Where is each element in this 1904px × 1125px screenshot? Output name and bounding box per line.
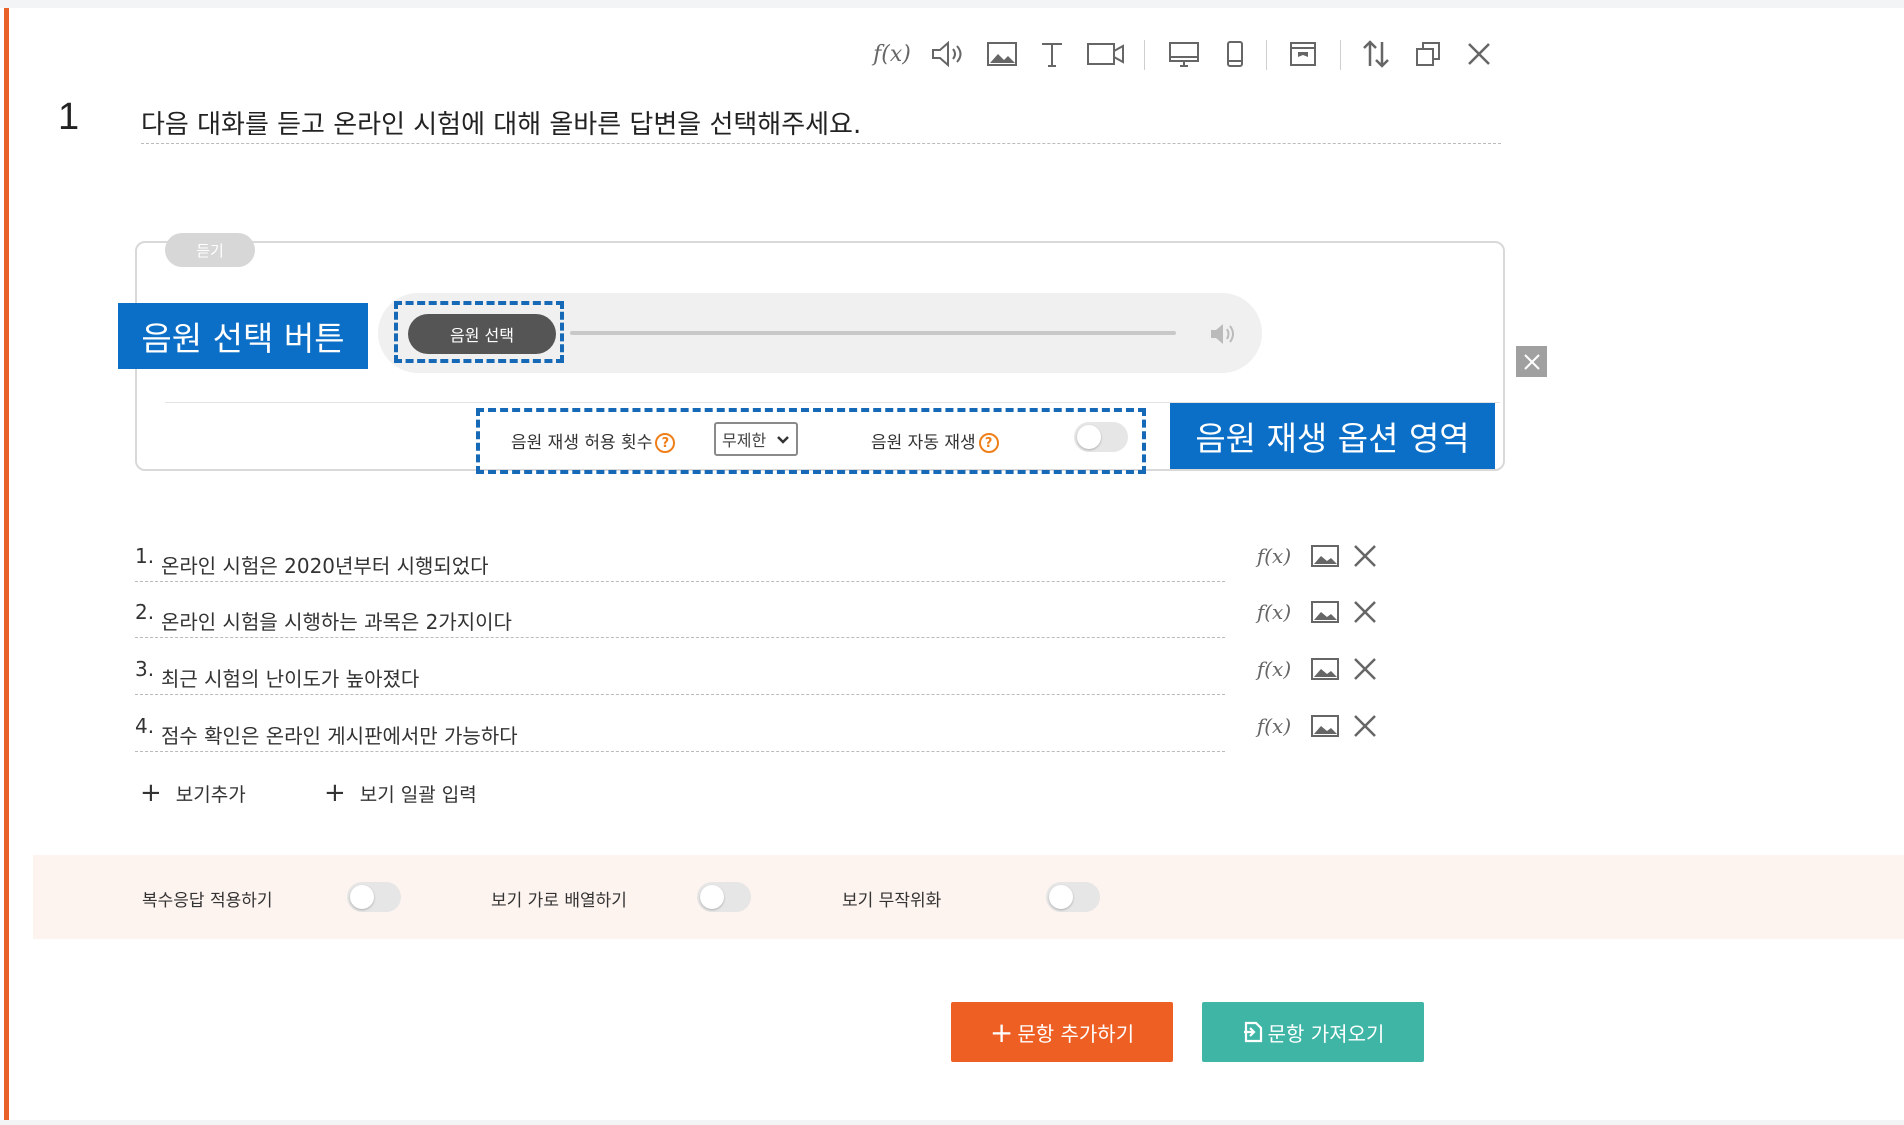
callout-playback-options: 음원 재생 옵션 영역 [1170, 403, 1495, 469]
answer-option[interactable]: 2. 온라인 시험을 시행하는 과목은 2가지이다 [135, 594, 1225, 638]
add-option-link[interactable]: + 보기추가 [140, 778, 246, 808]
delete-icon[interactable] [1350, 710, 1380, 742]
add-question-label: 문항 추가하기 [1017, 1021, 1135, 1046]
toolbar-divider [1144, 40, 1145, 70]
answer-option[interactable]: 1. 온라인 시험은 2020년부터 시행되었다 [135, 538, 1225, 582]
formula-icon[interactable]: f(x) [872, 38, 912, 70]
option-text[interactable]: 온라인 시험은 2020년부터 시행되었다 [161, 550, 489, 579]
option-text[interactable]: 점수 확인은 온라인 게시판에서만 가능하다 [161, 720, 518, 749]
add-option-label: 보기추가 [175, 783, 246, 806]
multiple-answers-toggle[interactable] [347, 882, 401, 912]
copy-icon[interactable] [1410, 38, 1446, 70]
desktop-icon[interactable] [1164, 38, 1204, 70]
answer-option[interactable]: 4. 점수 확인은 온라인 게시판에서만 가능하다 [135, 708, 1225, 752]
highlight-playback-options [476, 408, 1146, 474]
mobile-icon[interactable] [1218, 38, 1252, 70]
answer-option[interactable]: 3. 최근 시험의 난이도가 높아졌다 [135, 651, 1225, 695]
image-icon[interactable] [1308, 540, 1342, 572]
image-icon[interactable] [1308, 653, 1342, 685]
callout-choose-audio: 음원 선택 버튼 [118, 303, 368, 369]
formula-icon[interactable]: f(x) [1252, 653, 1296, 685]
option-text[interactable]: 온라인 시험을 시행하는 과목은 2가지이다 [161, 606, 512, 635]
option-number: 2. [135, 600, 155, 624]
listen-tag: 듣기 [165, 233, 255, 267]
video-icon[interactable] [1084, 38, 1128, 70]
toggle-knob [700, 885, 724, 909]
image-icon[interactable] [1308, 710, 1342, 742]
audio-icon[interactable] [928, 38, 968, 70]
close-icon [1523, 353, 1540, 370]
plus-icon: + [324, 778, 346, 808]
text-icon[interactable] [1034, 38, 1070, 70]
image-icon[interactable] [1308, 596, 1342, 628]
import-icon [1243, 1021, 1262, 1043]
option-number: 3. [135, 657, 155, 681]
highlight-choose-audio [394, 301, 564, 363]
shuffle-toggle[interactable] [1046, 882, 1100, 912]
delete-icon[interactable] [1350, 653, 1380, 685]
toggle-knob [350, 885, 374, 909]
plus-icon: + [989, 1015, 1014, 1049]
delete-icon[interactable] [1350, 596, 1380, 628]
plus-icon: + [140, 778, 162, 808]
horizontal-layout-toggle[interactable] [697, 882, 751, 912]
page: f(x) 1 다음 대화를 듣고 온라인 시험에 대해 올바른 답변을 선택해주… [0, 0, 1904, 1125]
layout-icon[interactable] [1284, 38, 1322, 70]
remove-section-button[interactable] [1516, 346, 1547, 377]
reorder-icon[interactable] [1358, 38, 1394, 70]
question-number: 1 [58, 96, 80, 138]
add-question-button[interactable]: + 문항 추가하기 [951, 1002, 1173, 1062]
shuffle-label: 보기 무작위화 [842, 891, 942, 911]
toggle-knob [1049, 885, 1073, 909]
bulk-input-label: 보기 일괄 입력 [359, 783, 477, 806]
import-question-button[interactable]: 문항 가져오기 [1202, 1002, 1424, 1062]
audio-progress-track[interactable] [570, 331, 1176, 335]
toolbar-divider [1340, 40, 1341, 70]
formula-icon[interactable]: f(x) [1252, 710, 1296, 742]
close-icon[interactable] [1462, 38, 1496, 70]
import-question-label: 문항 가져오기 [1267, 1021, 1385, 1046]
option-text[interactable]: 최근 시험의 난이도가 높아졌다 [161, 663, 419, 692]
volume-icon[interactable] [1208, 320, 1238, 348]
image-icon[interactable] [982, 38, 1022, 70]
formula-icon[interactable]: f(x) [1252, 596, 1296, 628]
horizontal-layout-label: 보기 가로 배열하기 [491, 891, 627, 911]
formula-icon[interactable]: f(x) [1252, 540, 1296, 572]
delete-icon[interactable] [1350, 540, 1380, 572]
option-number: 1. [135, 544, 155, 568]
answer-settings-bar [33, 855, 1904, 939]
option-number: 4. [135, 714, 155, 738]
question-text-input[interactable]: 다음 대화를 듣고 온라인 시험에 대해 올바른 답변을 선택해주세요. [141, 104, 1501, 144]
multiple-answers-label: 복수응답 적용하기 [142, 891, 273, 911]
bulk-input-link[interactable]: + 보기 일괄 입력 [324, 778, 477, 808]
toolbar-divider [1266, 40, 1267, 70]
question-edge-bar [4, 8, 9, 1120]
